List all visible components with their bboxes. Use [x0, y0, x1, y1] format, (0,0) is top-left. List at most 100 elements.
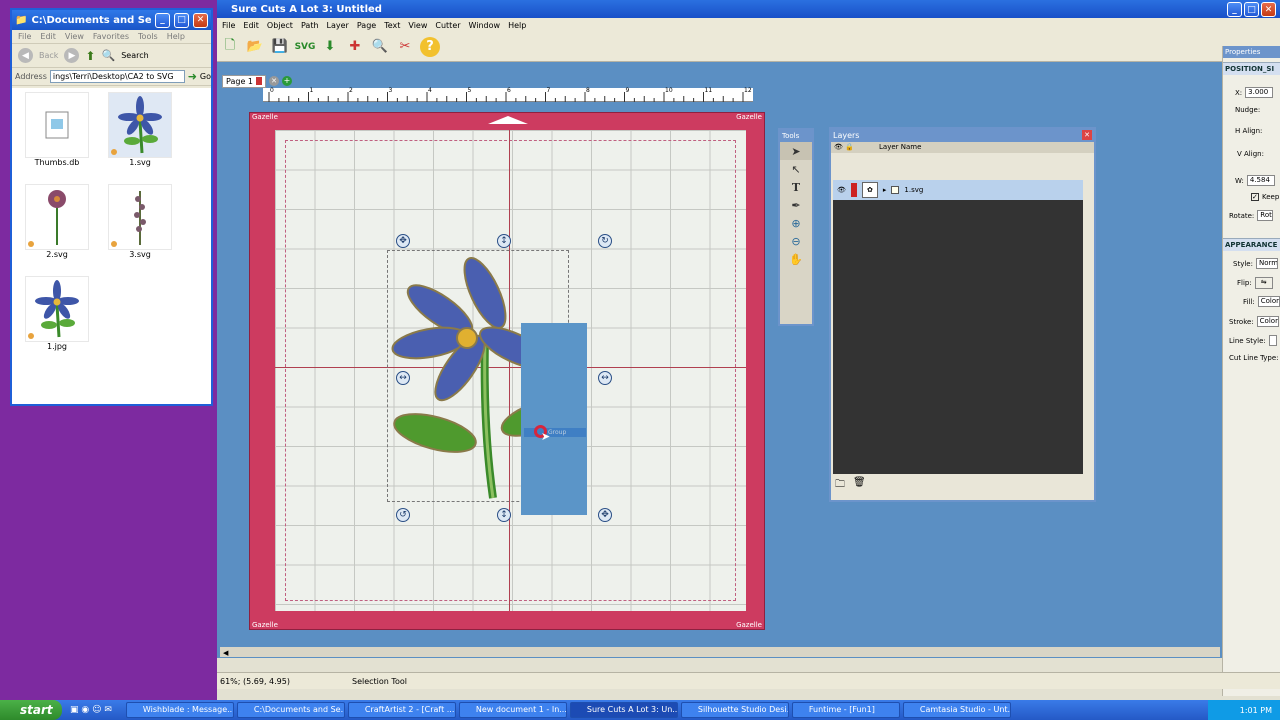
menu-edit[interactable]: Edit — [40, 32, 56, 41]
menu-object[interactable]: Object — [267, 21, 293, 30]
preview-icon[interactable]: 🔍 — [370, 37, 390, 57]
menu-file[interactable]: File — [18, 32, 31, 41]
close-button[interactable]: ✕ — [193, 12, 208, 28]
menu-path[interactable]: Path — [301, 21, 319, 30]
w-input[interactable]: 4.584 — [1246, 175, 1275, 186]
up-folder-icon[interactable]: ⬆ — [85, 49, 95, 63]
checkbox-icon[interactable]: ✓ — [1251, 193, 1259, 201]
delete-layer-icon[interactable]: 🗑 — [853, 477, 866, 494]
explorer-titlebar[interactable]: 📁 C:\Documents and Settings\Te... _ □ ✕ — [12, 10, 211, 30]
pen-tool-icon[interactable]: ✒ — [780, 196, 812, 214]
menu-view[interactable]: View — [408, 21, 427, 30]
appearance-section-header[interactable]: APPEARANCE — [1223, 238, 1280, 251]
cut-icon[interactable]: ✂ — [395, 37, 415, 57]
fill-select[interactable]: Color — [1257, 296, 1280, 307]
start-button[interactable]: start — [0, 700, 62, 720]
menu-page[interactable]: Page — [357, 21, 376, 30]
layers-list[interactable]: 👁 ✿ ▸ 1.svg — [833, 180, 1083, 474]
scale-handle-right[interactable]: ↔ — [598, 371, 612, 385]
style-select[interactable]: Norma — [1255, 258, 1278, 269]
close-page-icon[interactable]: ✕ — [269, 76, 279, 86]
forward-arrow-icon[interactable]: ▶ — [64, 48, 80, 63]
menu-layer[interactable]: Layer — [327, 21, 349, 30]
maximize-button[interactable]: □ — [1244, 2, 1259, 17]
file-item[interactable]: Thumbs.db — [22, 92, 92, 167]
new-document-icon[interactable]: 🗋 — [220, 37, 240, 57]
x-input[interactable]: 3.000 — [1245, 87, 1274, 98]
zoom-in-icon[interactable]: ⊕ — [780, 214, 812, 232]
rotate-handle-bottom-right[interactable]: ✥ — [598, 508, 612, 522]
zoom-out-icon[interactable]: ⊖ — [780, 232, 812, 250]
minimize-button[interactable]: _ — [1227, 2, 1242, 17]
menu-help[interactable]: Help — [167, 32, 185, 41]
stroke-select[interactable]: Color — [1256, 316, 1279, 327]
scal-titlebar[interactable]: Sure Cuts A Lot 3: Untitled _ □ ✕ — [217, 0, 1280, 18]
import-svg-icon[interactable]: SVG — [295, 37, 316, 57]
search-button[interactable]: Search — [121, 51, 148, 60]
clock[interactable]: 1:01 PM — [1240, 706, 1272, 715]
help-icon[interactable]: ? — [420, 36, 440, 57]
task-sure-cuts-a-lot[interactable]: Sure Cuts A Lot 3: Un... — [569, 702, 678, 718]
canvas-area[interactable]: Page 1 ✕ + 0 1 2 3 4 5 6 7 8 9 10 11 12 Gazelle Gaze… — [217, 62, 1222, 658]
scale-handle-top[interactable]: ↕ — [497, 234, 511, 248]
task-craftartist[interactable]: CraftArtist 2 - [Craft ... — [347, 702, 456, 718]
import-icon[interactable]: ⬇ — [320, 37, 340, 57]
search-icon[interactable]: 🔍 — [101, 49, 115, 62]
file-item[interactable]: 1.svg — [105, 92, 175, 167]
text-tool-icon[interactable]: T — [780, 178, 812, 196]
back-arrow-icon[interactable]: ◀ — [18, 48, 33, 63]
node-edit-tool-icon[interactable]: ↖ — [780, 160, 812, 178]
file-item[interactable]: 2.svg — [22, 184, 92, 259]
address-field[interactable]: ings\Terri\Desktop\CA2 to SVG — [49, 70, 185, 83]
menu-cutter[interactable]: Cutter — [435, 21, 460, 30]
minimize-button[interactable]: _ — [155, 12, 170, 28]
task-explorer[interactable]: C:\Documents and Se... — [236, 702, 345, 718]
save-icon[interactable]: 💾 — [270, 37, 290, 57]
task-funtime[interactable]: Funtime - [Fun1] — [791, 702, 900, 718]
menu-text[interactable]: Text — [384, 21, 400, 30]
horizontal-scrollbar[interactable]: ◀ — [220, 647, 1220, 657]
rotate-input[interactable]: Rot — [1257, 210, 1274, 221]
back-label[interactable]: Back — [39, 51, 58, 60]
scale-handle-bottom[interactable]: ↕ — [497, 508, 511, 522]
task-new-document[interactable]: New document 1 - In... — [458, 702, 567, 718]
pan-hand-icon[interactable]: ✋ — [780, 250, 812, 268]
maximize-button[interactable]: □ — [174, 12, 189, 28]
add-shape-icon[interactable]: ✚ — [345, 37, 365, 57]
scal-window[interactable]: Sure Cuts A Lot 3: Untitled _ □ ✕ File E… — [217, 0, 1280, 720]
scroll-left-icon[interactable]: ◀ — [220, 649, 228, 657]
close-button[interactable]: ✕ — [1261, 2, 1276, 17]
task-wishblade[interactable]: Wishblade : Message... — [125, 702, 234, 718]
linestyle-select[interactable] — [1268, 335, 1277, 346]
go-button[interactable]: Go — [200, 72, 211, 81]
file-item[interactable]: 3.svg — [105, 184, 175, 259]
flip-icon[interactable]: ⇋ — [1254, 277, 1273, 289]
eye-icon[interactable]: 👁 — [837, 186, 846, 194]
close-icon[interactable]: ✕ — [1082, 130, 1092, 140]
menu-help[interactable]: Help — [508, 21, 526, 30]
explorer-window[interactable]: 📁 C:\Documents and Settings\Te... _ □ ✕ … — [10, 8, 213, 406]
menu-favorites[interactable]: Favorites — [93, 32, 129, 41]
selection-tool-icon[interactable]: ➤ — [780, 142, 812, 160]
scale-handle-left[interactable]: ↔ — [396, 371, 410, 385]
add-page-icon[interactable]: + — [282, 76, 292, 86]
menu-edit[interactable]: Edit — [243, 21, 259, 30]
rotate-handle-top-right[interactable]: ↻ — [598, 234, 612, 248]
menu-tools[interactable]: Tools — [138, 32, 158, 41]
menu-window[interactable]: Window — [469, 21, 501, 30]
layer-color-icon[interactable] — [850, 183, 857, 197]
menu-file[interactable]: File — [222, 21, 235, 30]
expand-arrow-icon[interactable]: ▸ — [883, 186, 887, 194]
go-arrow-icon[interactable]: ➜ — [188, 70, 197, 83]
tab-page-1[interactable]: Page 1 — [222, 74, 266, 88]
task-camtasia[interactable]: Camtasia Studio - Unt... — [902, 702, 1011, 718]
rotate-handle-bottom-left[interactable]: ↺ — [396, 508, 410, 522]
task-silhouette-studio[interactable]: Silhouette Studio Desi... — [680, 702, 789, 718]
open-icon[interactable]: 📂 — [245, 37, 265, 57]
add-layer-icon[interactable]: 🗀 — [835, 477, 845, 494]
menu-view[interactable]: View — [65, 32, 84, 41]
rotate-handle-top-left[interactable]: ✥ — [396, 234, 410, 248]
quicklaunch-icon[interactable]: ▣ ◉ ☺ ✉ — [70, 705, 112, 715]
layer-row[interactable]: 👁 ✿ ▸ 1.svg — [833, 180, 1083, 200]
file-item[interactable]: 1.jpg — [22, 276, 92, 351]
